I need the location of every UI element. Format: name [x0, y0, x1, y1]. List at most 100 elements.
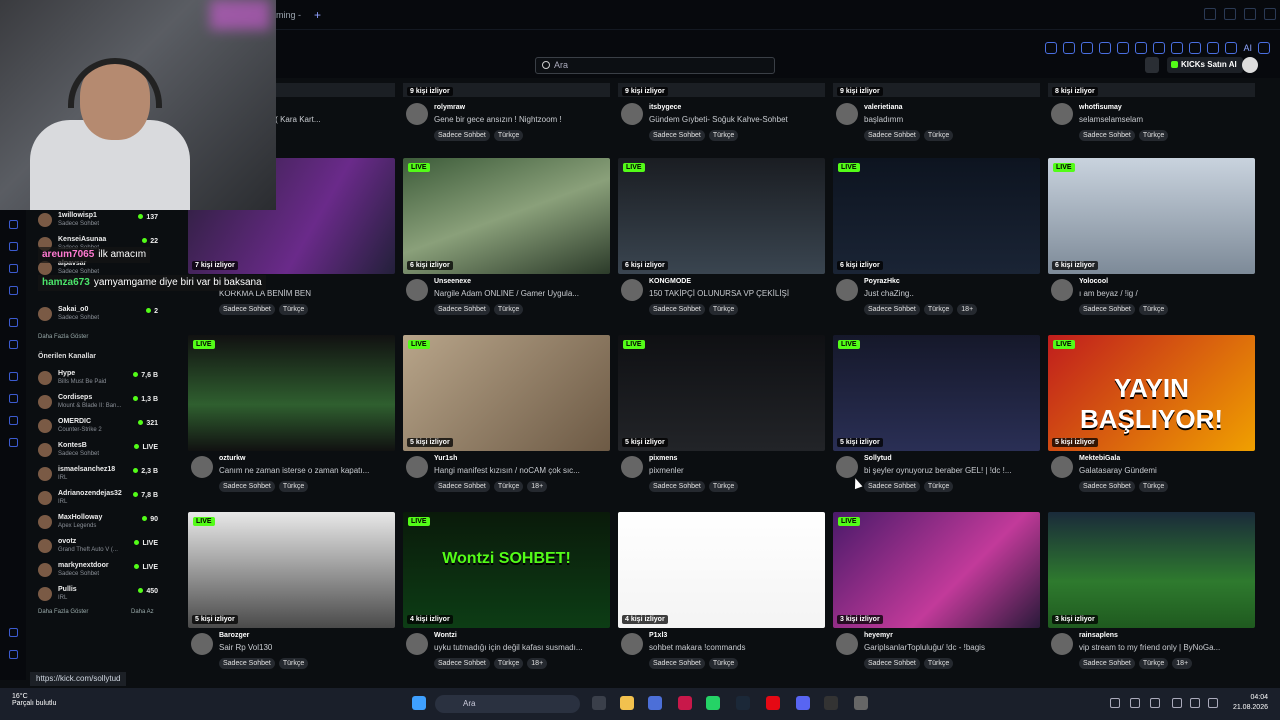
tag[interactable]: Türkçe — [278, 304, 309, 315]
buy-kicks-button[interactable]: KICKs Satın Al — [1167, 57, 1243, 73]
tag[interactable]: Sadece Sohbet — [864, 304, 920, 315]
channel-name[interactable]: Sollytud — [864, 455, 892, 462]
tag[interactable]: Sadece Sohbet — [1079, 304, 1135, 315]
avatar[interactable] — [621, 456, 643, 478]
stream-thumbnail[interactable]: 9 kişi izliyor — [403, 83, 610, 97]
channel-name[interactable]: Barozger — [219, 632, 249, 639]
channel-name[interactable]: ozturkw — [219, 455, 245, 462]
send-icon[interactable] — [1225, 42, 1238, 54]
stream-card[interactable]: YAYIN BAŞLIYOR! LIVE 5 kişi izliyor Mektebi… — [1048, 335, 1255, 493]
tag[interactable]: Türkçe — [493, 130, 524, 141]
channel-name[interactable]: rolymraw — [434, 104, 465, 111]
sidebar-channel[interactable]: MaxHolloway Apex Legends 90 — [38, 512, 160, 534]
channel-name[interactable]: heyemyr — [864, 632, 893, 639]
stream-title[interactable]: Gene bir gece ansızın ! Nightzoom ! — [434, 115, 609, 124]
settings-icon[interactable] — [854, 696, 868, 710]
avatar[interactable] — [621, 279, 643, 301]
channel-name[interactable]: valerietiana — [864, 104, 903, 111]
search-input[interactable]: Ara — [535, 57, 775, 74]
sidebar-channel[interactable]: OMERDIC Counter-Strike 2 321 — [38, 416, 160, 438]
tag[interactable]: Türkçe — [708, 130, 739, 141]
tag[interactable]: Sadece Sohbet — [434, 130, 490, 141]
tag[interactable]: Türkçe — [1138, 130, 1169, 141]
avatar[interactable] — [836, 279, 858, 301]
stream-thumbnail[interactable]: LIVE 5 kişi izliyor — [188, 512, 395, 628]
stream-thumbnail[interactable]: 3 kişi izliyor — [1048, 512, 1255, 628]
stream-title[interactable]: Sair Rp Vol130 — [219, 643, 394, 652]
avatar[interactable] — [406, 103, 428, 125]
tag[interactable]: Türkçe — [1138, 304, 1169, 315]
tag[interactable]: 18+ — [957, 304, 978, 315]
sidebar-channel[interactable]: Pullis IRL 450 — [38, 584, 160, 606]
stream-thumbnail[interactable]: LIVE 5 kişi izliyor — [833, 335, 1040, 451]
network-icon[interactable] — [1130, 698, 1140, 708]
wifi-icon[interactable] — [1172, 698, 1182, 708]
stream-thumbnail[interactable]: 8 kişi izliyor — [1048, 83, 1255, 97]
avatar[interactable] — [1051, 103, 1073, 125]
sidebar-channel[interactable]: Sakai_o0 Sadece Sohbet 2 — [38, 304, 160, 326]
maximize-icon[interactable] — [1244, 8, 1256, 20]
sidebar-channel[interactable]: markynextdoor Sadece Sohbet LIVE — [38, 560, 160, 582]
stream-thumbnail[interactable]: 9 kişi izliyor — [833, 83, 1040, 97]
shield-icon[interactable] — [1099, 42, 1112, 54]
pin-icon[interactable] — [1063, 42, 1076, 54]
avatar[interactable] — [1051, 633, 1073, 655]
stream-card[interactable]: 8 kişi izliyor whotfisumay selamselamselam… — [1048, 83, 1255, 143]
close-icon[interactable] — [1264, 8, 1276, 20]
screenshot-icon[interactable] — [1081, 42, 1094, 54]
stream-title[interactable]: bi şeyler oynuyoruz beraber GEL! | !dc !… — [864, 466, 1039, 475]
stream-thumbnail[interactable]: LIVE 6 kişi izliyor — [618, 158, 825, 274]
stream-title[interactable]: Gündem Gıybeti- Soğuk Kahve-Sohbet — [649, 115, 824, 124]
tag[interactable]: Sadece Sohbet — [1079, 481, 1135, 492]
stream-thumbnail[interactable]: LIVE 5 kişi izliyor — [618, 335, 825, 451]
download-icon[interactable] — [1207, 42, 1220, 54]
stream-thumbnail[interactable]: LIVE 5 kişi izliyor — [403, 335, 610, 451]
steam-icon[interactable] — [736, 696, 750, 710]
stream-thumbnail[interactable]: YAYIN BAŞLIYOR! LIVE 5 kişi izliyor — [1048, 335, 1255, 451]
channel-name[interactable]: KONGMODE — [649, 278, 691, 285]
clock[interactable]: 04:04 21.08.2026 — [1233, 693, 1268, 713]
cancel-icon[interactable] — [1117, 42, 1130, 54]
stream-title[interactable]: Nargile Adam ONLINE / Gamer Uygula... — [434, 289, 609, 298]
task-view-icon[interactable] — [592, 696, 606, 710]
tag[interactable]: Sadece Sohbet — [1079, 130, 1135, 141]
tag[interactable]: Türkçe — [493, 658, 524, 669]
stream-title[interactable]: Galatasaray Gündemi — [1079, 466, 1254, 475]
stream-card[interactable]: LIVE 6 kişi izliyor Yolocool ı am beyaz / !… — [1048, 158, 1255, 316]
show-more-link[interactable]: Daha Fazla Göster — [38, 609, 88, 615]
stream-card[interactable]: LIVE 6 kişi izliyor KONGMODE 150 TAKİPÇİ OL… — [618, 158, 825, 316]
avatar[interactable] — [406, 633, 428, 655]
sidebar-channel[interactable]: ovotz Grand Theft Auto V (... LIVE — [38, 536, 160, 558]
tag[interactable]: Türkçe — [923, 304, 954, 315]
stream-title[interactable]: başladımm — [864, 115, 1039, 124]
minimize-icon[interactable] — [1224, 8, 1236, 20]
stream-card[interactable]: LIVE 5 kişi izliyor pixmens pixmenler Sadece… — [618, 335, 825, 493]
channel-name[interactable]: P1xl3 — [649, 632, 667, 639]
tag[interactable]: Türkçe — [278, 658, 309, 669]
stream-thumbnail[interactable]: LIVE 6 kişi izliyor — [1048, 158, 1255, 274]
sidebar-channel[interactable]: ismaelsanchez18 IRL 2,3 B — [38, 464, 160, 486]
twitch-icon[interactable] — [9, 318, 18, 327]
chevron-up-icon[interactable] — [1110, 698, 1120, 708]
extensions-icon[interactable] — [1171, 42, 1184, 54]
tag[interactable]: Sadece Sohbet — [219, 304, 275, 315]
start-icon[interactable] — [412, 696, 426, 710]
stream-card[interactable]: 9 kişi izliyor rolymraw Gene bir gece ansı… — [403, 83, 610, 143]
tag[interactable]: Sadece Sohbet — [864, 658, 920, 669]
channel-name[interactable]: pixmens — [649, 455, 677, 462]
stream-card[interactable]: LIVE 6 kişi izliyor PoyrazHkc Just chaZing.… — [833, 158, 1040, 316]
menu-icon[interactable] — [1258, 42, 1270, 54]
tag[interactable]: Türkçe — [493, 481, 524, 492]
browser-tab[interactable]: ming - — [276, 6, 301, 24]
avatar[interactable] — [406, 456, 428, 478]
stream-title[interactable]: pixmenler — [649, 466, 824, 475]
tag[interactable]: Türkçe — [923, 481, 954, 492]
tag[interactable]: Sadece Sohbet — [1079, 658, 1135, 669]
stream-card[interactable]: 4 kişi izliyor P1xl3 sohbet makara !comman… — [618, 512, 825, 670]
stream-title[interactable]: GariplsanlarTopluluğu/ !dc - !bagis — [864, 643, 1039, 652]
tag[interactable]: Türkçe — [708, 481, 739, 492]
stream-thumbnail[interactable]: LIVE 6 kişi izliyor — [833, 158, 1040, 274]
weather-widget[interactable]: 16°C Parçalı bulutlu — [12, 693, 56, 707]
channel-name[interactable]: rainsaplens — [1079, 632, 1118, 639]
collapse-icon[interactable] — [9, 650, 18, 659]
